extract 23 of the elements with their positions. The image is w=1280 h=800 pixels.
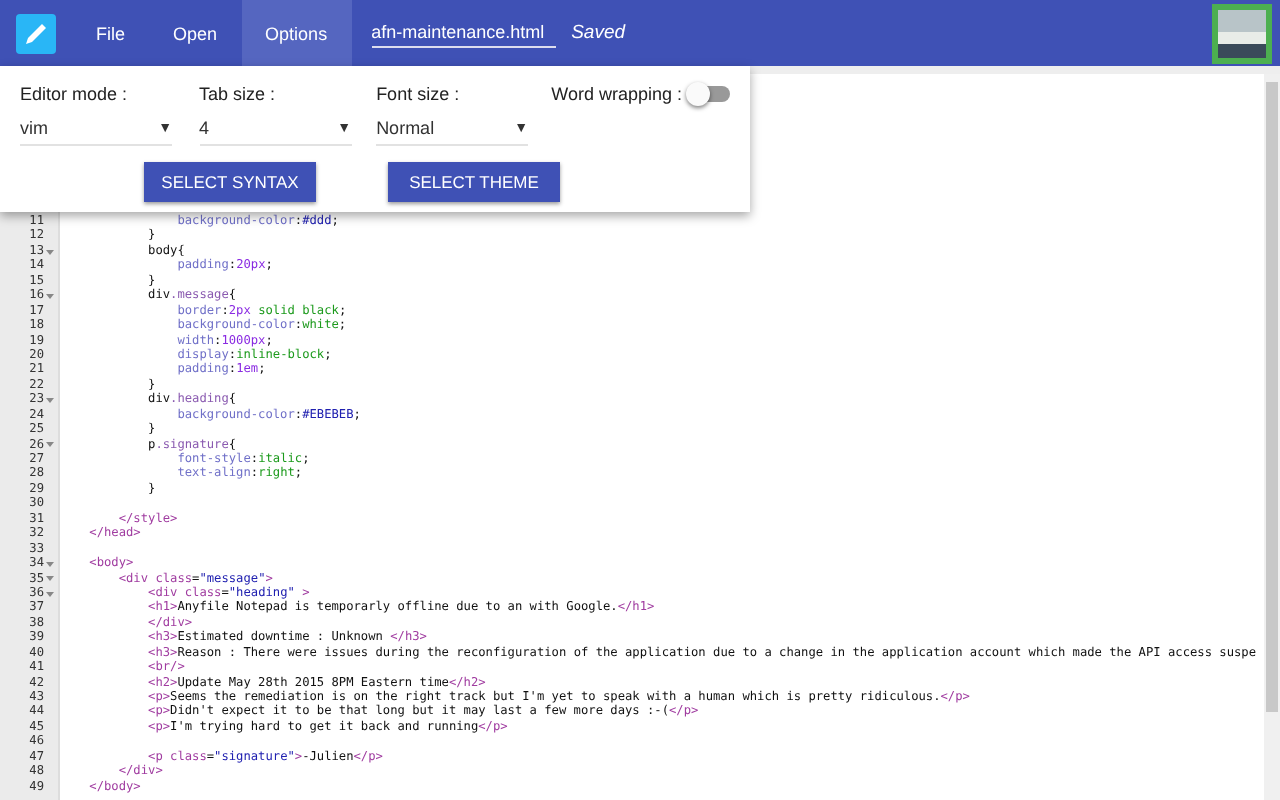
- save-status: Saved: [571, 22, 626, 44]
- action-button[interactable]: SELECT THEME: [388, 162, 560, 202]
- scrollbar-thumb[interactable]: [1266, 82, 1278, 712]
- fold-arrow-icon[interactable]: [46, 559, 54, 568]
- field-label: Font size :: [376, 82, 462, 106]
- fold-arrow-icon[interactable]: [46, 589, 54, 598]
- fold-arrow-icon[interactable]: [46, 574, 54, 583]
- avatar-frame[interactable]: [1212, 3, 1272, 63]
- fold-arrow-icon[interactable]: [46, 247, 54, 256]
- toggle-switch[interactable]: [690, 86, 730, 102]
- field-label: Word wrapping :: [551, 82, 682, 106]
- fold-arrow-icon[interactable]: [46, 291, 54, 300]
- action-button[interactable]: SELECT SYNTAX: [144, 162, 316, 202]
- filename-field[interactable]: afn-maintenance.html: [371, 19, 556, 47]
- menu-item[interactable]: File: [72, 0, 150, 66]
- photo-placeholder: [1218, 9, 1266, 57]
- field-label: Editor mode :: [20, 82, 130, 106]
- pencil-logo-icon[interactable]: [16, 13, 56, 53]
- field-label: Tab size :: [199, 82, 278, 106]
- fold-arrow-icon[interactable]: [46, 395, 54, 404]
- menu-item[interactable]: Options: [241, 0, 352, 66]
- fold-arrow-icon[interactable]: [46, 440, 54, 449]
- menu-item[interactable]: Open: [149, 0, 242, 66]
